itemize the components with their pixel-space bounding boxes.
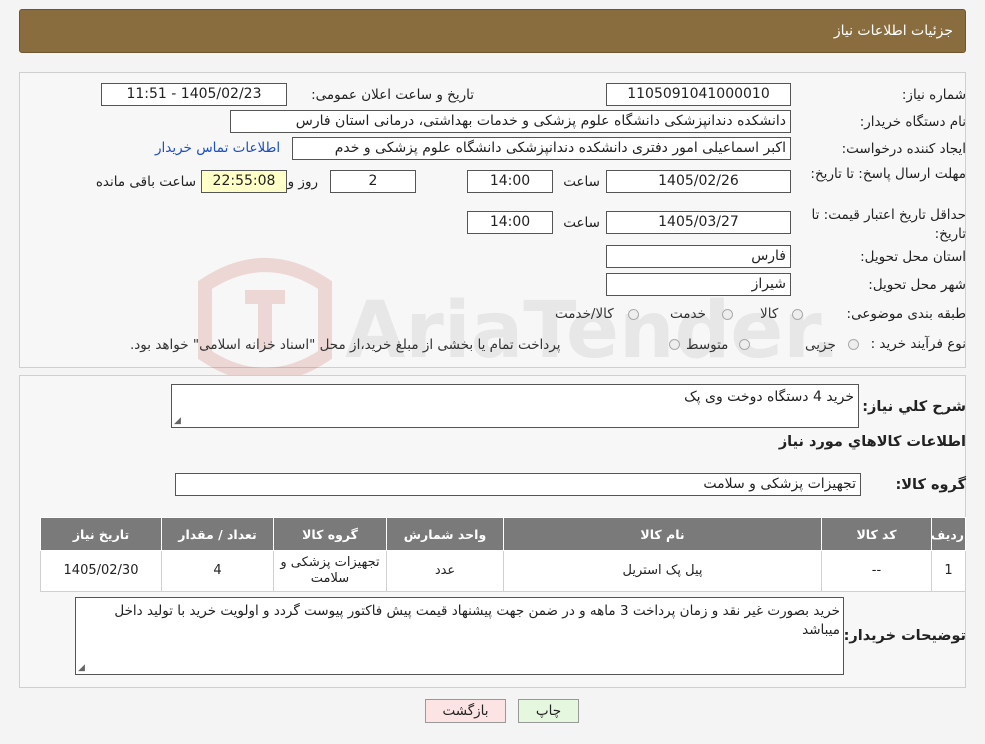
- category-radio-service[interactable]: [722, 309, 733, 320]
- process-option-medium: متوسط: [686, 337, 729, 353]
- process-radio-treasury[interactable]: [669, 339, 680, 350]
- page-header: جزئیات اطلاعات نیاز: [19, 9, 966, 53]
- buyer-org-field: دانشکده دندانپزشکی دانشگاه علوم پزشکی و …: [230, 110, 791, 133]
- deadline-date-field: 1405/02/26: [606, 170, 791, 193]
- province-label: استان محل تحویل:: [860, 249, 966, 265]
- category-radio-goods-service[interactable]: [628, 309, 639, 320]
- category-radio-goods[interactable]: [792, 309, 803, 320]
- creator-field: اکبر اسماعیلی امور دفتری دانشکده دندانپز…: [292, 137, 791, 160]
- deadline-label: مهلت ارسال پاسخ: تا تاریخ:: [810, 166, 966, 182]
- deadline-time-field: 14:00: [467, 170, 553, 193]
- city-label: شهر محل تحویل:: [868, 277, 966, 293]
- announce-field: 1405/02/23 - 11:51: [101, 83, 287, 106]
- table-row: 1 -- پیل پک استریل عدد تجهیزات پزشکی و س…: [40, 550, 966, 592]
- announce-label: تاریخ و ساعت اعلان عمومی:: [311, 87, 474, 103]
- buyer-notes-textarea[interactable]: خرید بصورت غیر نقد و زمان پرداخت 3 ماهه …: [75, 597, 844, 675]
- cell-unit: عدد: [386, 550, 504, 592]
- cell-row-number: 1: [931, 550, 966, 592]
- buyer-org-label: نام دستگاه خریدار:: [859, 114, 966, 130]
- print-button[interactable]: چاپ: [518, 699, 579, 723]
- resize-grip-icon[interactable]: ◢: [78, 663, 85, 673]
- province-field: فارس: [606, 245, 791, 268]
- days-label: روز و: [287, 174, 318, 190]
- validity-label: حداقل تاریخ اعتبار قیمت: تا تاریخ:: [811, 207, 966, 242]
- process-note: پرداخت تمام یا بخشی از مبلغ خرید،از محل …: [130, 337, 561, 353]
- category-option-service: خدمت: [670, 306, 706, 322]
- page-title: جزئیات اطلاعات نیاز: [833, 23, 953, 39]
- validity-time-label: ساعت: [563, 215, 600, 231]
- summary-textarea[interactable]: خرید 4 دستگاه دوخت وی پک ◢: [171, 384, 859, 428]
- remaining-label: ساعت باقی مانده: [95, 174, 196, 190]
- resize-grip-icon[interactable]: ◢: [174, 416, 181, 426]
- category-label: طبقه بندی موضوعی:: [846, 306, 966, 322]
- need-number-field: 1105091041000010: [606, 83, 791, 106]
- validity-date-field: 1405/03/27: [606, 211, 791, 234]
- goods-table: رديف کد کالا نام کالا واحد شمارش گروه کا…: [40, 517, 966, 592]
- col-header: نام کالا: [503, 517, 822, 551]
- cell-group: تجهیزات پزشکی و سلامت: [273, 550, 387, 592]
- cell-item-code: --: [821, 550, 932, 592]
- col-header: واحد شمارش: [386, 517, 504, 551]
- process-label: نوع فرآیند خرید :: [870, 336, 966, 352]
- col-header: تعداد / مقدار: [161, 517, 274, 551]
- category-option-goods-service: کالا/خدمت: [555, 306, 614, 322]
- days-field: 2: [330, 170, 416, 193]
- deadline-time-label: ساعت: [563, 174, 600, 190]
- cell-need-date: 1405/02/30: [40, 550, 162, 592]
- city-field: شیراز: [606, 273, 791, 296]
- process-radio-medium[interactable]: [739, 339, 750, 350]
- remaining-time-field: 22:55:08: [201, 170, 287, 193]
- creator-label: ایجاد کننده درخواست:: [841, 141, 966, 157]
- goods-group-field: تجهیزات پزشکی و سلامت: [175, 473, 861, 496]
- goods-group-label: گروه کالا:: [895, 477, 966, 493]
- buyer-notes-text: خرید بصورت غیر نقد و زمان پرداخت 3 ماهه …: [114, 603, 840, 638]
- col-header: گروه کالا: [273, 517, 387, 551]
- process-option-minor: جزیی: [805, 337, 836, 353]
- back-button[interactable]: بازگشت: [425, 699, 506, 723]
- need-number-label: شماره نیاز:: [901, 87, 966, 103]
- summary-label: شرح کلي نياز:: [862, 399, 966, 415]
- cell-quantity: 4: [161, 550, 274, 592]
- table-header-row: رديف کد کالا نام کالا واحد شمارش گروه کا…: [40, 517, 966, 551]
- validity-time-field: 14:00: [467, 211, 553, 234]
- category-option-goods: کالا: [760, 306, 779, 322]
- col-header: تاریخ نیاز: [40, 517, 162, 551]
- contact-buyer-link[interactable]: اطلاعات تماس خریدار: [155, 140, 280, 156]
- cell-item-name: پیل پک استریل: [503, 550, 822, 592]
- col-header: کد کالا: [821, 517, 932, 551]
- goods-section-title: اطلاعات کالاهاي مورد نياز: [778, 434, 966, 450]
- summary-text: خرید 4 دستگاه دوخت وی پک: [684, 389, 854, 405]
- col-header: رديف: [931, 517, 966, 551]
- buyer-notes-label: توضيحات خريدار:: [843, 628, 966, 644]
- process-radio-minor[interactable]: [848, 339, 859, 350]
